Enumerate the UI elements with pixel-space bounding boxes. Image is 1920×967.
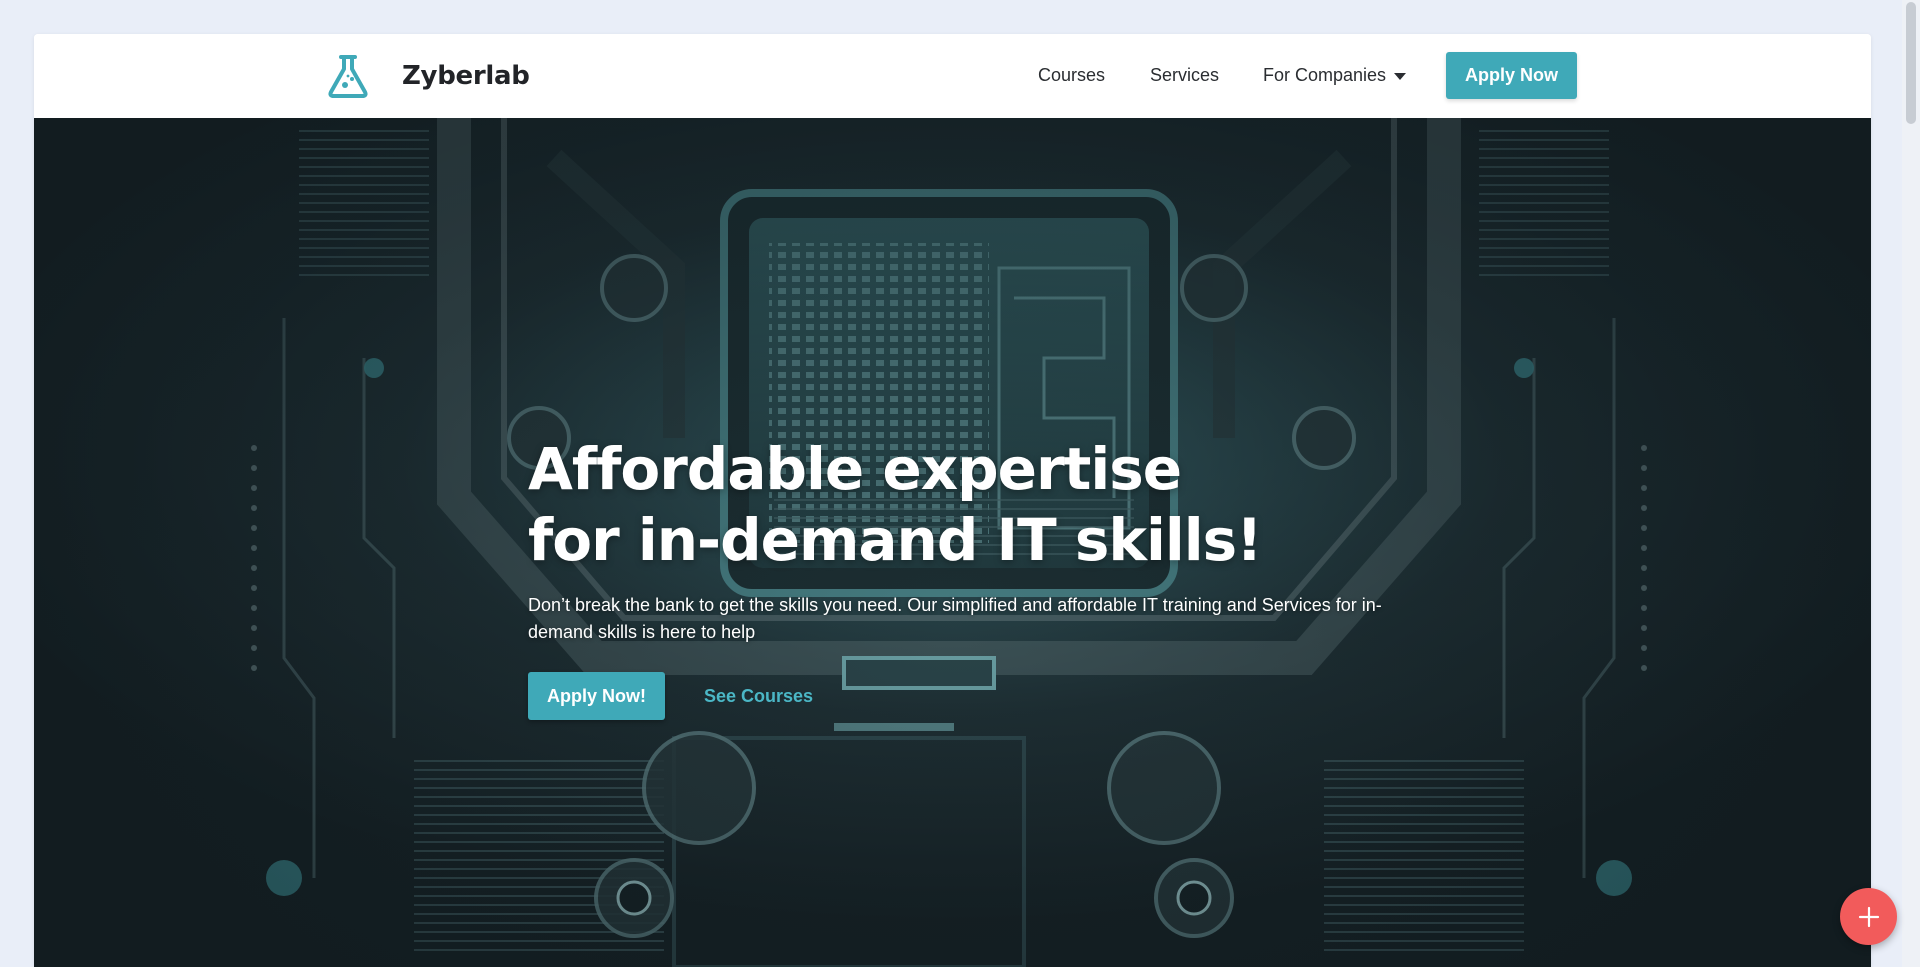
hero-title-line-1: Affordable expertise <box>528 435 1182 503</box>
hero-subtitle: Don’t break the bank to get the skills y… <box>528 595 1382 642</box>
hero-actions: Apply Now! See Courses <box>528 672 1428 720</box>
nav-apply-now-button[interactable]: Apply Now <box>1446 52 1577 99</box>
see-courses-link[interactable]: See Courses <box>704 686 813 707</box>
hero-title: Affordable expertise for in-demand IT sk… <box>528 434 1428 576</box>
caret-down-icon <box>1394 73 1407 80</box>
nav-link-services[interactable]: Services <box>1150 64 1219 86</box>
scrollbar-track[interactable] <box>1902 0 1920 967</box>
hero-section: Affordable expertise for in-demand IT sk… <box>34 118 1871 967</box>
plus-icon <box>1858 906 1879 927</box>
main-nav: Courses Services For Companies <box>34 34 1871 118</box>
page-frame: Zyberlab Courses Services For Companies … <box>34 34 1871 967</box>
hero-apply-now-button[interactable]: Apply Now! <box>528 672 665 720</box>
nav-dropdown-for-companies[interactable]: For Companies <box>1263 64 1407 86</box>
nav-dropdown-label: For Companies <box>1263 65 1387 85</box>
floating-action-button[interactable] <box>1840 888 1897 945</box>
nav-link-courses[interactable]: Courses <box>1038 64 1105 86</box>
navbar: Zyberlab Courses Services For Companies … <box>34 34 1871 118</box>
hero-title-line-2: for in-demand IT skills! <box>528 506 1263 574</box>
scrollbar-thumb[interactable] <box>1906 2 1916 124</box>
hero-content: Affordable expertise for in-demand IT sk… <box>528 434 1428 720</box>
